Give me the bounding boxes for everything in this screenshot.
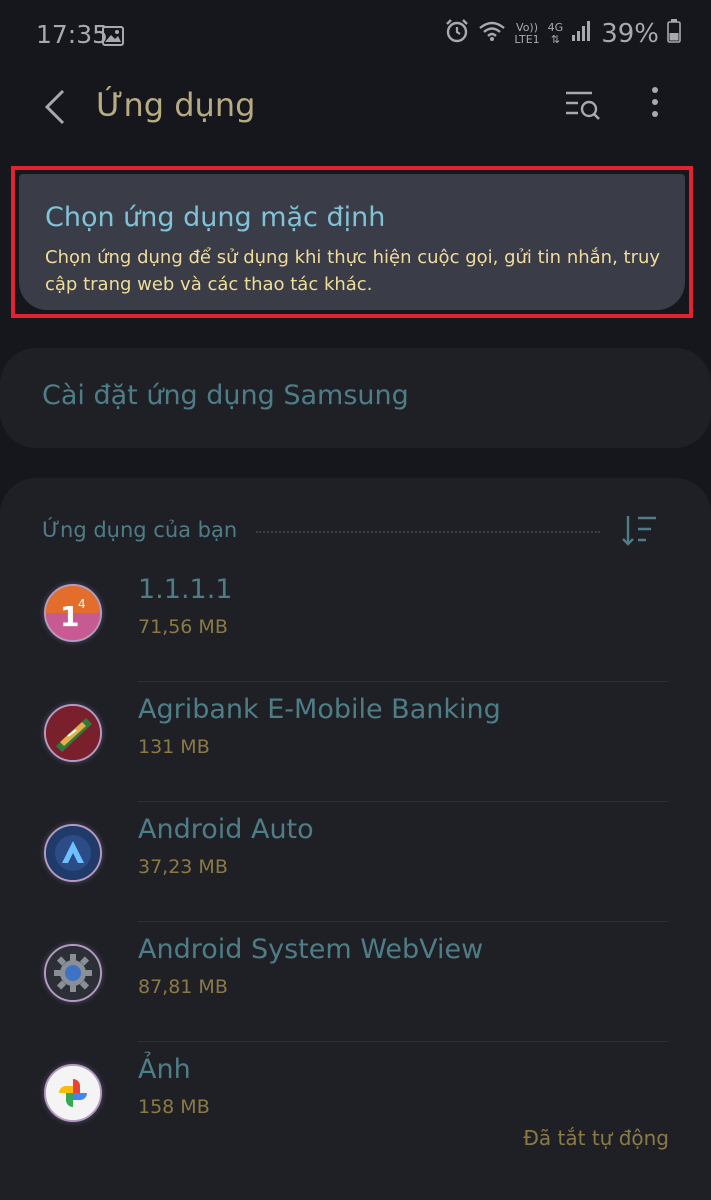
status-bar: 17:35 Vo)) LTE1 4G ⇅ 39%	[0, 0, 711, 70]
app-status-label: Đã tắt tự động	[523, 1126, 669, 1150]
more-options-button[interactable]	[635, 84, 675, 130]
more-vertical-icon	[652, 87, 658, 117]
cloudflare-app-icon: 1 4	[44, 584, 102, 642]
search-button[interactable]	[562, 84, 612, 130]
app-size: 71,56 MB	[138, 616, 228, 638]
battery-icon	[667, 19, 681, 49]
agribank-app-icon	[44, 704, 102, 762]
sort-button[interactable]	[620, 512, 664, 552]
status-icons: Vo)) LTE1 4G ⇅ 39%	[444, 18, 681, 50]
default-apps-description: Chọn ứng dụng để sử dụng khi thực hiện c…	[45, 247, 661, 295]
app-size: 131 MB	[138, 736, 210, 758]
app-size: 37,23 MB	[138, 856, 228, 878]
highlight-frame: Chọn ứng dụng mặc định Chọn ứng dụng để …	[11, 166, 693, 318]
app-settings-screen: 17:35 Vo)) LTE1 4G ⇅ 39% Ứng dụng Chọn ứ…	[0, 0, 711, 1200]
app-list-item[interactable]: 1 4 1.1.1.1 71,56 MB	[0, 562, 711, 682]
default-apps-option[interactable]: Chọn ứng dụng mặc định Chọn ứng dụng để …	[19, 174, 685, 310]
wifi-icon	[478, 19, 506, 49]
app-name: 1.1.1.1	[138, 574, 233, 605]
svg-text:4: 4	[78, 597, 86, 611]
app-name: Android System WebView	[138, 934, 484, 965]
alarm-icon	[444, 18, 470, 50]
samsung-app-settings-option[interactable]: Cài đặt ứng dụng Samsung	[0, 348, 711, 448]
status-time: 17:35	[36, 20, 109, 49]
sort-icon	[622, 516, 656, 546]
back-arrow-icon	[44, 89, 65, 125]
apps-list-card: Ứng dụng của bạn 1 4 1.1.1.1 71,56 MB Ag…	[0, 478, 711, 1200]
app-size: 87,81 MB	[138, 976, 228, 998]
svg-text:1: 1	[60, 600, 79, 633]
gallery-notification-icon	[102, 24, 124, 52]
search-list-icon	[566, 91, 600, 120]
photos-pinwheel-icon	[44, 1064, 102, 1122]
app-name: Ảnh	[138, 1054, 191, 1085]
volte-indicator: Vo)) LTE1	[514, 22, 539, 46]
battery-level: 39%	[601, 19, 659, 49]
default-apps-title: Chọn ứng dụng mặc định	[45, 202, 386, 233]
android-auto-app-icon	[44, 824, 102, 882]
app-list-item[interactable]: Android System WebView 87,81 MB	[0, 922, 711, 1042]
app-list-item[interactable]: Agribank E-Mobile Banking 131 MB	[0, 682, 711, 802]
section-divider	[256, 531, 600, 533]
webview-gear-icon	[44, 944, 102, 1002]
section-header: Ứng dụng của bạn	[42, 518, 238, 542]
data-arrows-icon: ⇅	[550, 33, 561, 46]
lte-label: LTE1	[514, 33, 540, 46]
app-size: 158 MB	[138, 1096, 210, 1118]
network-type-indicator: 4G ⇅	[548, 22, 564, 46]
back-button[interactable]	[30, 82, 80, 132]
app-list-item[interactable]: Android Auto 37,23 MB	[0, 802, 711, 922]
samsung-app-settings-label: Cài đặt ứng dụng Samsung	[42, 380, 409, 411]
app-list-item[interactable]: Ảnh 158 MB Đã tắt tự động	[0, 1042, 711, 1162]
app-name: Agribank E-Mobile Banking	[138, 694, 501, 725]
app-name: Android Auto	[138, 814, 314, 845]
page-title: Ứng dụng	[96, 86, 256, 124]
signal-icon	[571, 20, 593, 48]
app-bar: Ứng dụng	[0, 70, 711, 145]
